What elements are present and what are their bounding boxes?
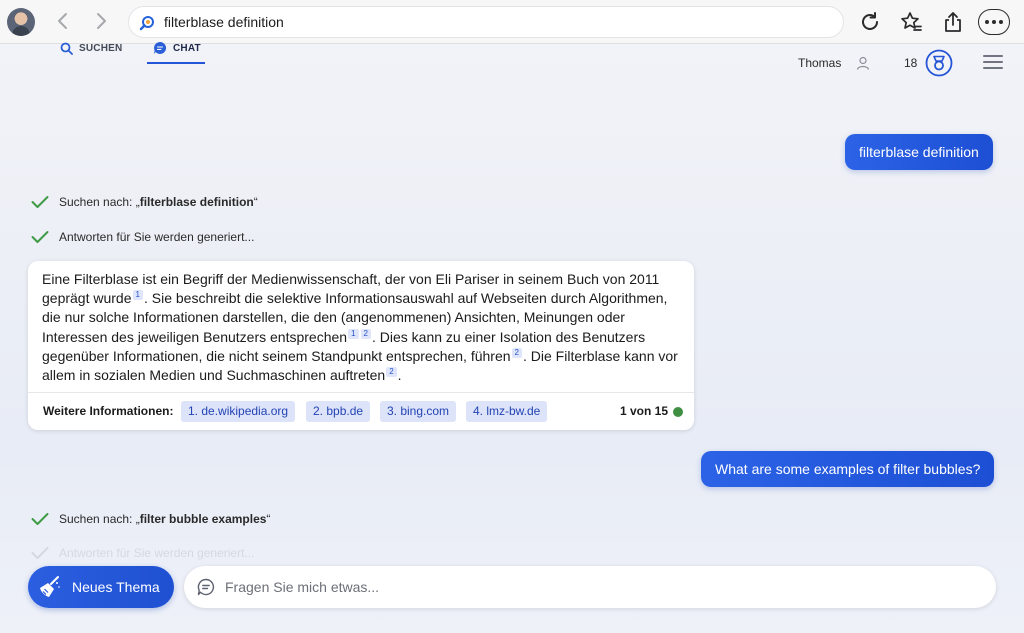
source-link[interactable]: 3. bing.com bbox=[380, 401, 457, 422]
citation-ref[interactable]: 2 bbox=[511, 347, 522, 358]
rewards-medal-icon[interactable] bbox=[925, 49, 953, 77]
generating-text: Antworten für Sie werden generiert... bbox=[59, 546, 255, 560]
checkmark-icon bbox=[31, 231, 49, 243]
search-suffix: “ bbox=[253, 195, 258, 209]
ask-input[interactable] bbox=[225, 577, 965, 597]
user-message: What are some examples of filter bubbles… bbox=[701, 451, 995, 487]
answer-text: Eine Filterblase ist ein Begriff der Med… bbox=[42, 271, 678, 384]
chevron-right-icon[interactable] bbox=[90, 10, 112, 32]
answer-pager: 1 von 15 bbox=[620, 404, 669, 418]
browser-toolbar: filterblase definition bbox=[0, 0, 1024, 44]
search-status: Suchen nach: „filterblase definition“ bbox=[31, 195, 258, 209]
more-info-label: Weitere Informationen: bbox=[43, 404, 174, 418]
tab-chat[interactable]: CHAT bbox=[147, 40, 205, 66]
broom-icon bbox=[40, 576, 60, 597]
hamburger-menu-icon[interactable] bbox=[983, 55, 1003, 71]
checkmark-icon bbox=[31, 513, 49, 525]
tab-suchen[interactable]: SUCHEN bbox=[60, 40, 122, 66]
source-link[interactable]: 1. de.wikipedia.org bbox=[181, 401, 296, 422]
ask-box[interactable] bbox=[184, 566, 996, 608]
chevron-left-icon[interactable] bbox=[52, 10, 74, 32]
search-prefix: Suchen nach: „ bbox=[59, 195, 140, 209]
checkmark-icon bbox=[31, 547, 49, 559]
source-link[interactable]: 2. bpb.de bbox=[306, 401, 371, 422]
generating-status-faded: Antworten für Sie werden generiert... bbox=[31, 546, 254, 560]
checkmark-icon bbox=[31, 196, 49, 208]
url-text: filterblase definition bbox=[164, 14, 284, 30]
source-link[interactable]: 4. lmz-bw.de bbox=[466, 401, 548, 422]
share-icon[interactable] bbox=[941, 10, 965, 34]
reload-icon[interactable] bbox=[858, 10, 882, 34]
rewards-points[interactable]: 18 bbox=[904, 56, 917, 70]
bing-search-icon bbox=[139, 16, 154, 31]
active-tab-indicator bbox=[147, 62, 205, 64]
search-query: filter bubble examples bbox=[139, 512, 267, 526]
address-bar[interactable]: filterblase definition bbox=[128, 6, 844, 38]
search-prefix: Suchen nach: „ bbox=[59, 512, 140, 526]
chat-bubble-icon bbox=[197, 578, 215, 596]
generating-status: Antworten für Sie werden generiert... bbox=[31, 230, 254, 244]
search-icon bbox=[60, 42, 73, 55]
user-message: filterblase definition bbox=[845, 134, 993, 170]
citation-ref[interactable]: 2 bbox=[360, 328, 371, 339]
citation-ref[interactable]: 2 bbox=[386, 367, 397, 378]
divider bbox=[28, 392, 694, 393]
search-status: Suchen nach: „filter bubble examples“ bbox=[31, 512, 270, 526]
user-icon[interactable] bbox=[855, 55, 871, 71]
new-topic-button[interactable]: Neues Thema bbox=[28, 566, 174, 608]
citation-ref[interactable]: 1 bbox=[348, 328, 359, 339]
generating-text: Antworten für Sie werden generiert... bbox=[59, 230, 255, 244]
search-suffix: “ bbox=[266, 512, 271, 526]
user-name[interactable]: Thomas bbox=[798, 56, 841, 70]
new-topic-label: Neues Thema bbox=[72, 579, 160, 595]
citation-ref[interactable]: 1 bbox=[132, 290, 143, 301]
search-query: filterblase definition bbox=[139, 195, 254, 209]
tab-suchen-label: SUCHEN bbox=[79, 42, 123, 54]
status-dot bbox=[673, 407, 683, 417]
answer-card: Eine Filterblase ist ein Begriff der Med… bbox=[28, 261, 694, 430]
star-list-icon[interactable] bbox=[899, 10, 923, 34]
more-icon[interactable] bbox=[978, 9, 1010, 35]
chat-tab-icon bbox=[154, 41, 167, 54]
tab-chat-label: CHAT bbox=[173, 42, 201, 54]
profile-avatar[interactable] bbox=[7, 8, 35, 36]
